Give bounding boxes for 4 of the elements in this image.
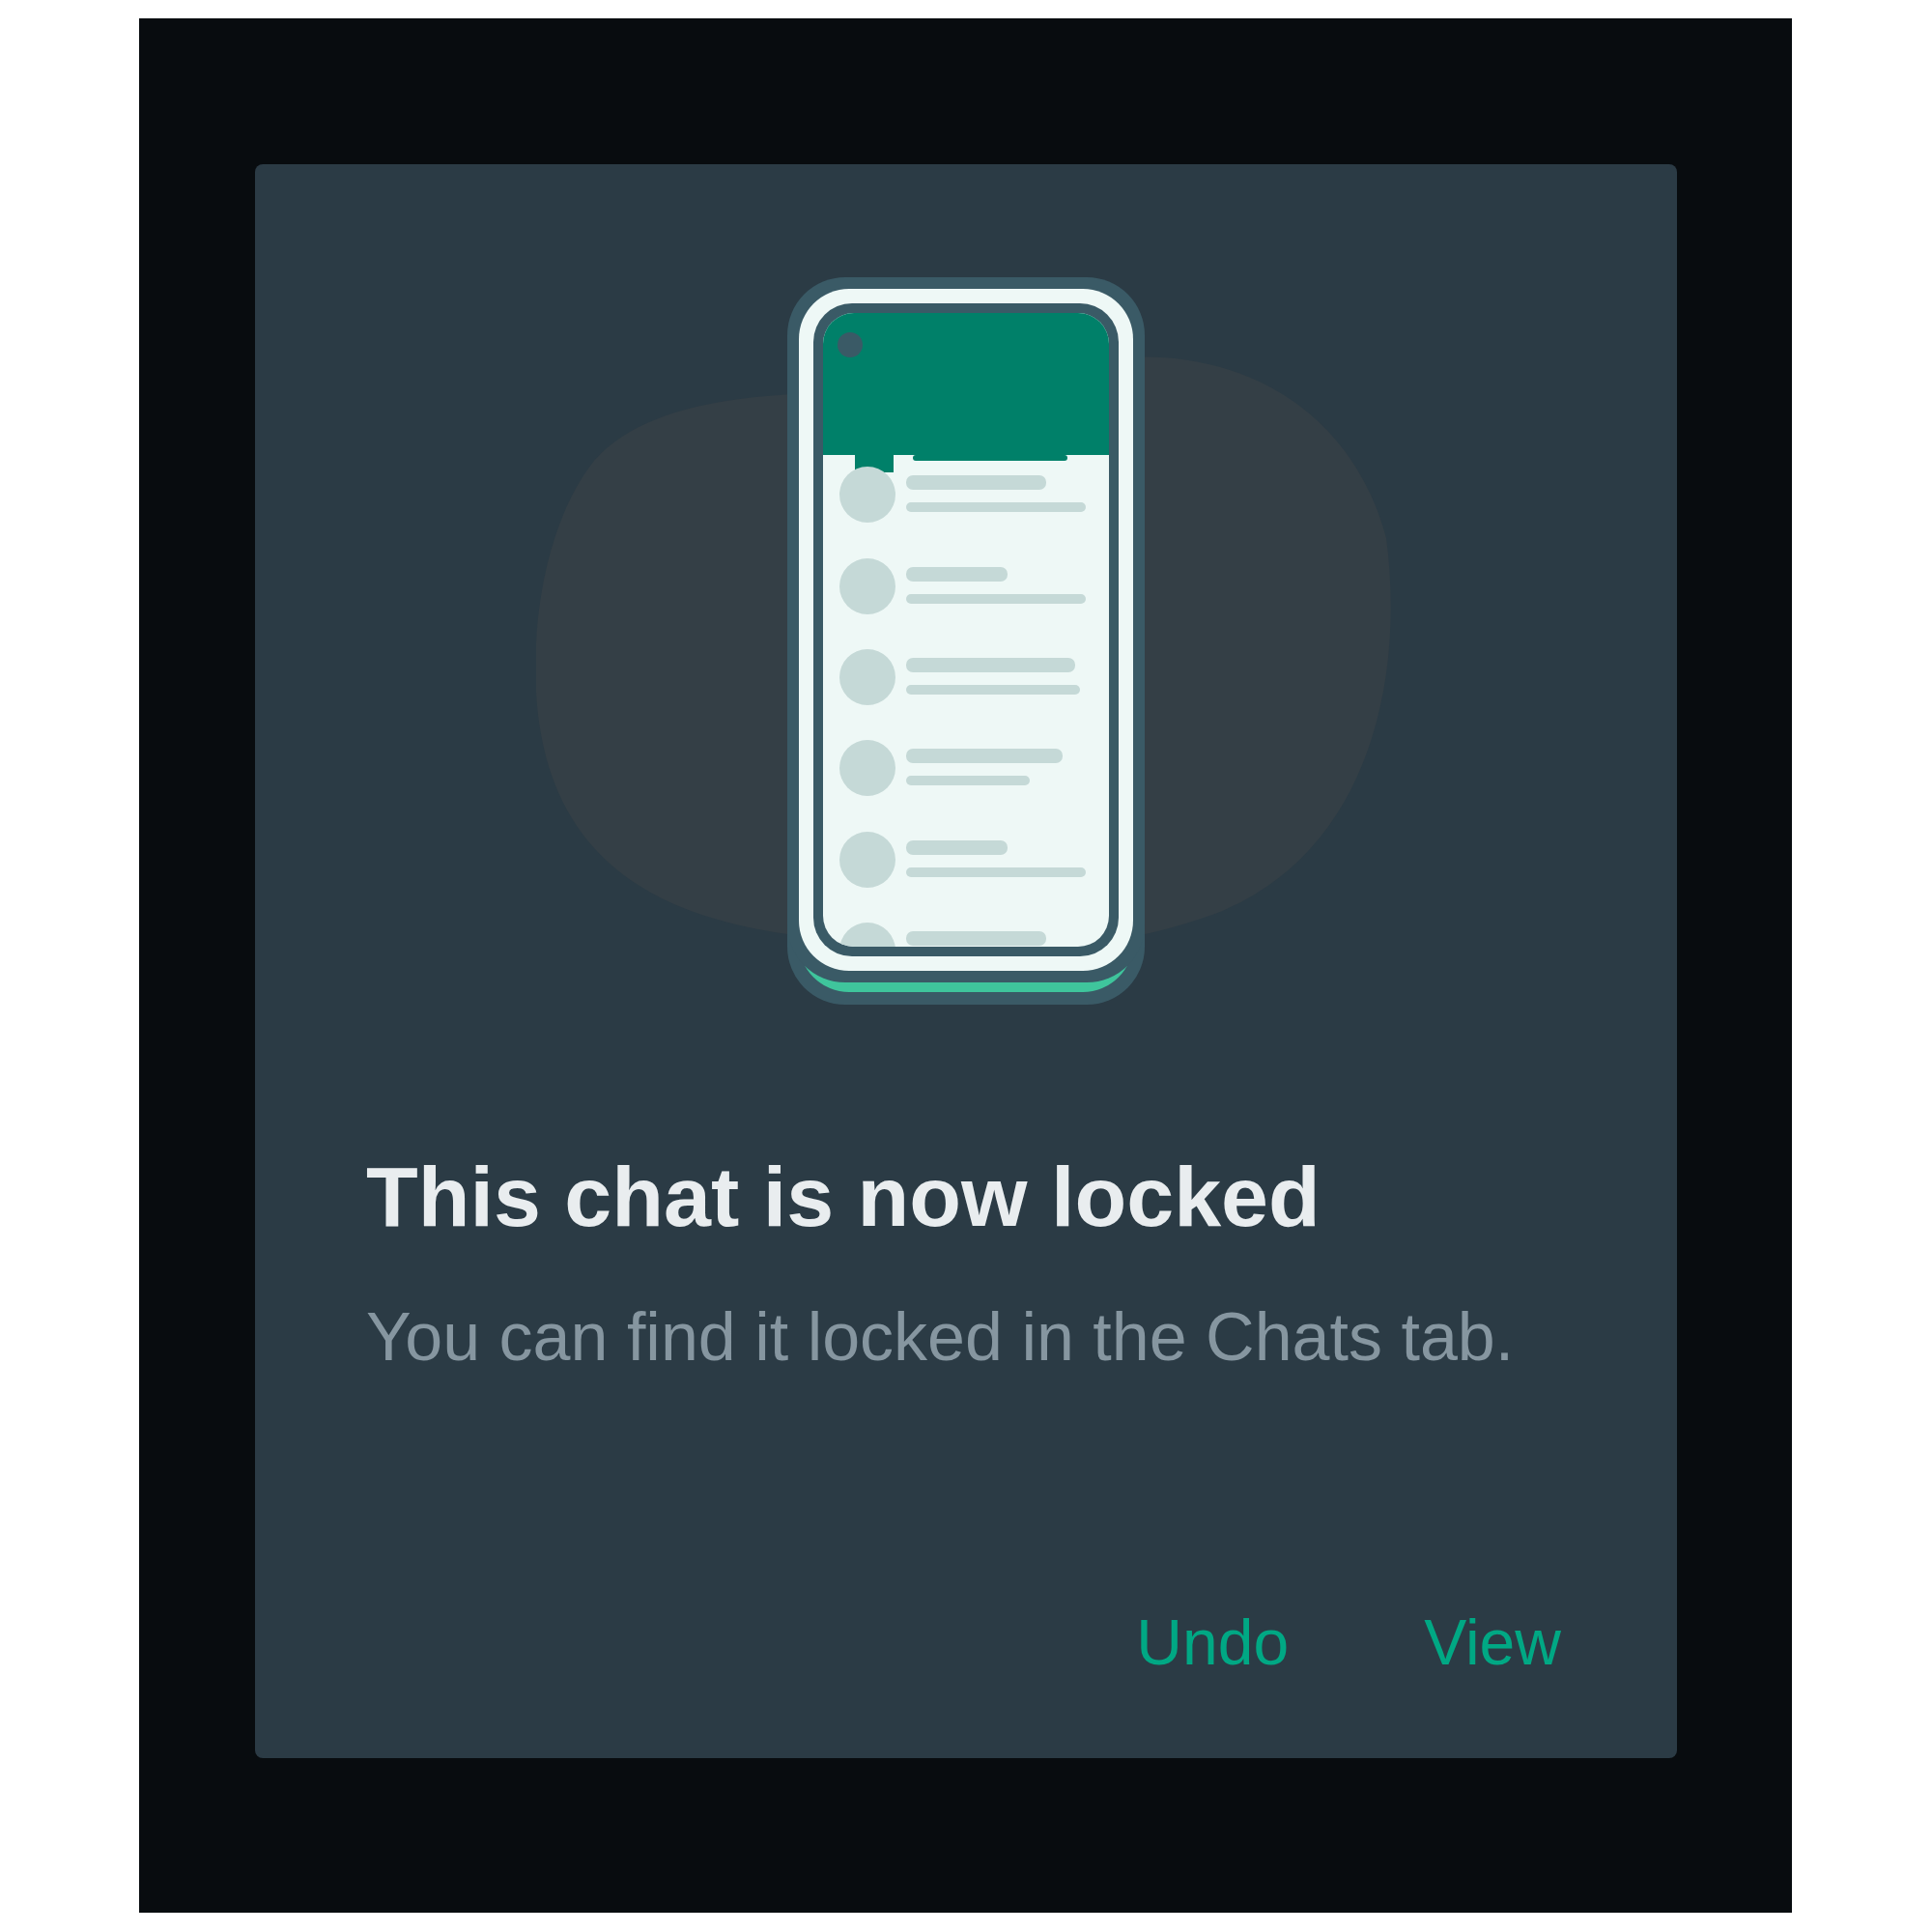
dialog-title: This chat is now locked — [366, 1151, 1321, 1244]
dialog-button[interactable]: View — [1424, 1604, 1561, 1681]
dialog-message: You can find it locked in the Chats tab. — [366, 1297, 1516, 1377]
dialog-button[interactable]: Undo — [1136, 1604, 1290, 1681]
